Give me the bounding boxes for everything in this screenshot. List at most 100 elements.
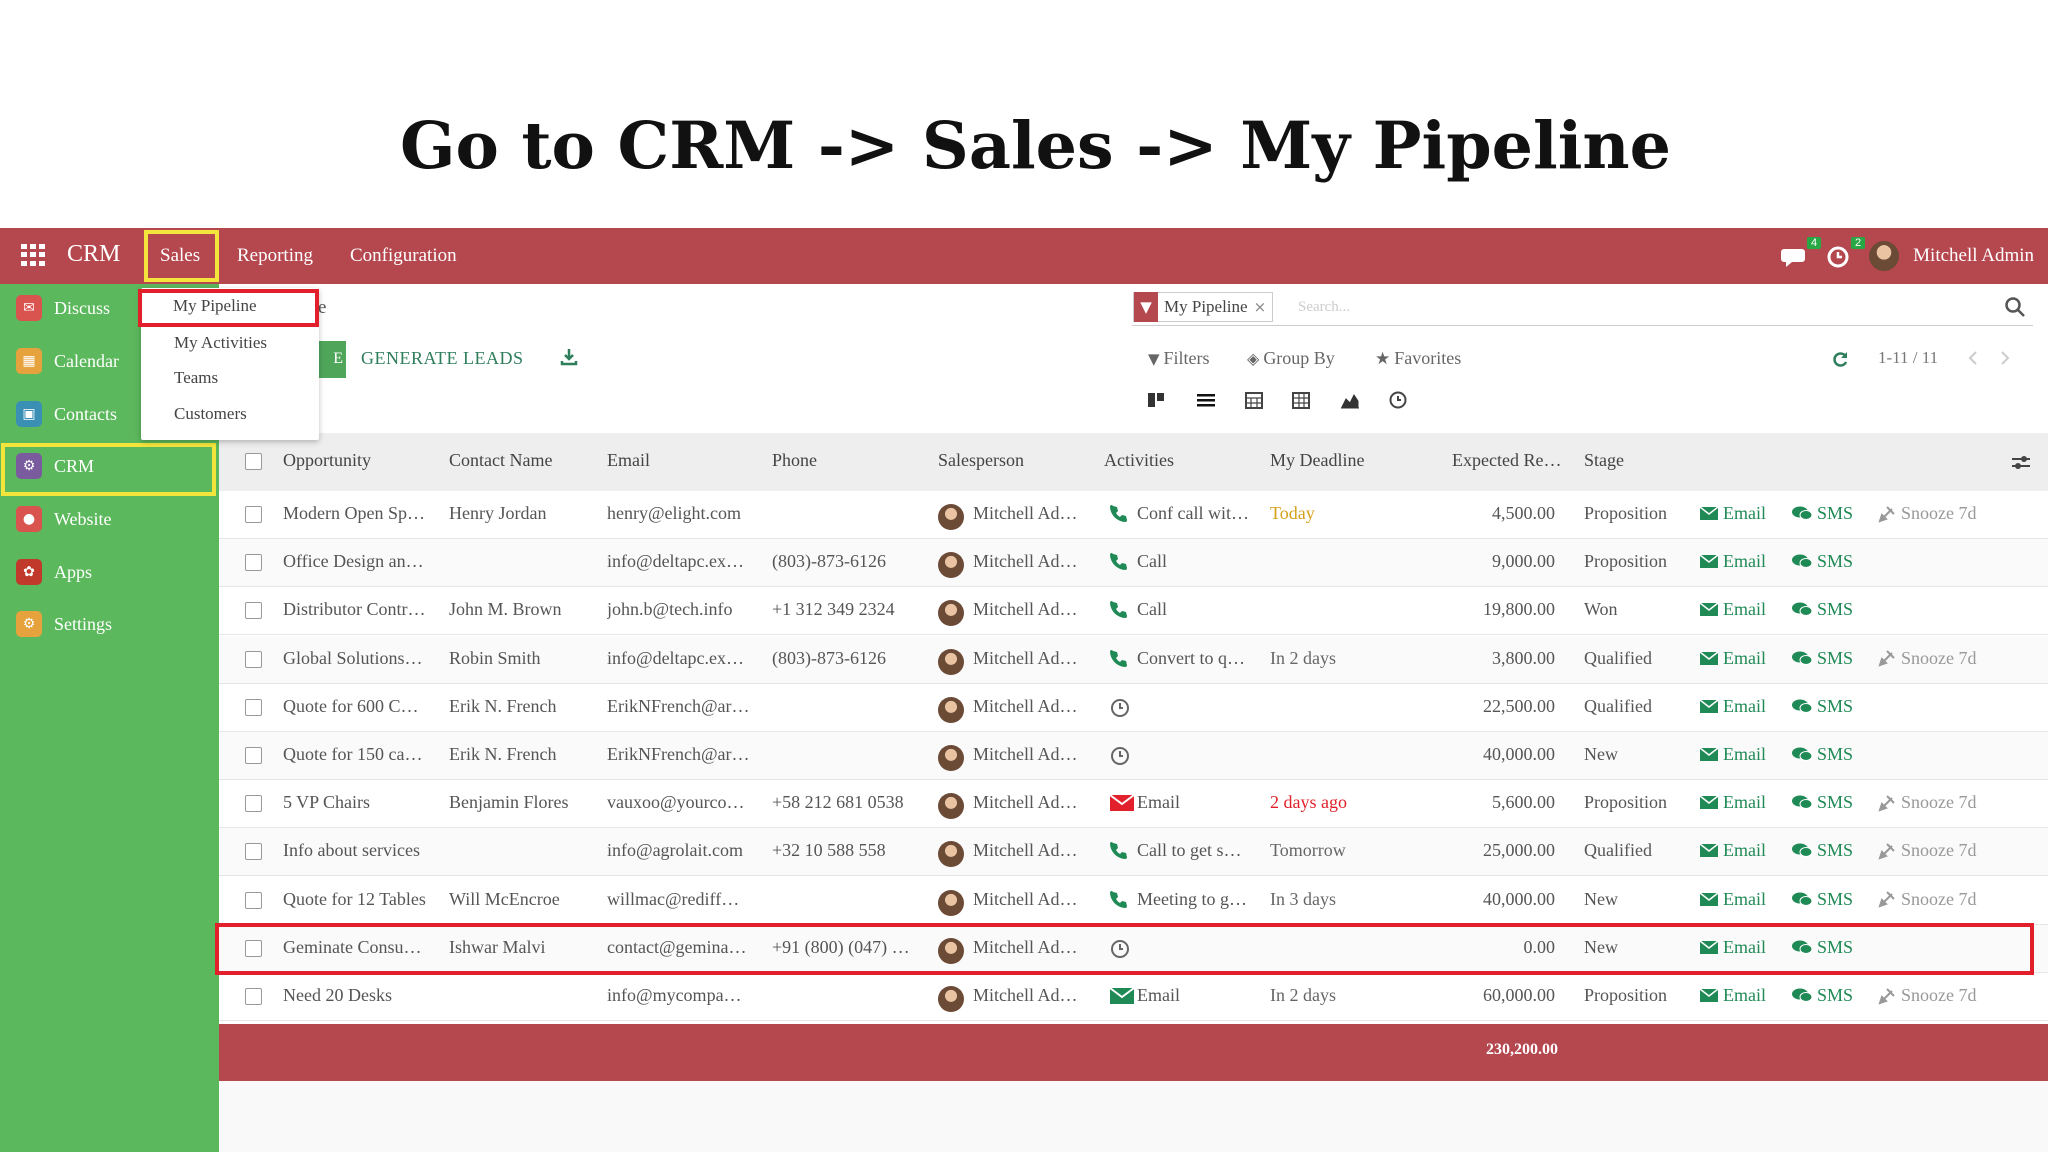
clock-icon[interactable] bbox=[1109, 697, 1131, 719]
table-row[interactable]: Quote for 150 ca… Erik N. French ErikNFren… bbox=[219, 732, 2048, 780]
user-avatar[interactable] bbox=[1869, 241, 1900, 271]
row-checkbox[interactable] bbox=[245, 698, 262, 716]
search-icon[interactable] bbox=[2004, 296, 2026, 318]
row-email-button[interactable]: Email bbox=[1699, 696, 1766, 717]
row-sms-button[interactable]: SMS bbox=[1791, 599, 1853, 620]
filters-dropdown[interactable]: ▼ Filters bbox=[1148, 348, 1210, 369]
row-sms-button[interactable]: SMS bbox=[1791, 985, 1853, 1006]
favorites-dropdown[interactable]: ★ Favorites bbox=[1375, 348, 1461, 369]
header-salesperson[interactable]: Salesperson bbox=[938, 450, 1024, 471]
search-input[interactable]: Search... bbox=[1298, 299, 1350, 316]
search-facet[interactable]: ▼ My Pipeline × bbox=[1133, 292, 1274, 322]
row-checkbox[interactable] bbox=[245, 843, 262, 861]
activity-view-icon[interactable] bbox=[1387, 389, 1409, 411]
row-sms-button[interactable]: SMS bbox=[1791, 503, 1853, 524]
sidebar-item-apps[interactable]: ✿ Apps bbox=[16, 557, 92, 587]
messages-icon[interactable]: 4 bbox=[1781, 237, 1822, 271]
table-row[interactable]: Modern Open Sp… Henry Jordan henry@elight.… bbox=[219, 491, 2048, 539]
row-snooze-button[interactable]: Snooze 7d bbox=[1877, 503, 1977, 524]
row-snooze-button[interactable]: Snooze 7d bbox=[1877, 648, 1977, 669]
row-checkbox[interactable] bbox=[245, 891, 262, 909]
row-checkbox[interactable] bbox=[245, 554, 262, 572]
pivot-view-icon[interactable] bbox=[1290, 389, 1312, 411]
pager-next-icon[interactable] bbox=[1998, 349, 2012, 367]
row-checkbox[interactable] bbox=[245, 650, 262, 668]
row-email-button[interactable]: Email bbox=[1699, 599, 1766, 620]
group-by-dropdown[interactable]: ◈ Group By bbox=[1247, 348, 1335, 369]
row-sms-button[interactable]: SMS bbox=[1791, 696, 1853, 717]
graph-view-icon[interactable] bbox=[1339, 389, 1361, 411]
app-grid-icon[interactable] bbox=[21, 244, 47, 266]
app-name[interactable]: CRM bbox=[67, 241, 120, 268]
row-email-button[interactable]: Email bbox=[1699, 889, 1766, 910]
clock-icon[interactable] bbox=[1109, 745, 1131, 767]
user-name[interactable]: Mitchell Admin bbox=[1913, 245, 2034, 267]
phone-icon[interactable] bbox=[1109, 890, 1131, 912]
header-stage[interactable]: Stage bbox=[1584, 450, 1624, 471]
sidebar-item-discuss[interactable]: ✉ Discuss bbox=[16, 293, 110, 323]
row-snooze-button[interactable]: Snooze 7d bbox=[1877, 889, 1977, 910]
header-opportunity[interactable]: Opportunity bbox=[283, 450, 371, 471]
sidebar-item-contacts[interactable]: ▣ Contacts bbox=[16, 399, 117, 429]
email-red-icon[interactable] bbox=[1109, 793, 1135, 815]
dropdown-item-customers[interactable]: Customers bbox=[174, 404, 247, 424]
row-checkbox[interactable] bbox=[245, 747, 262, 764]
row-sms-button[interactable]: SMS bbox=[1791, 792, 1853, 813]
row-sms-button[interactable]: SMS bbox=[1791, 840, 1853, 861]
header-phone[interactable]: Phone bbox=[772, 450, 817, 471]
optional-columns-icon[interactable] bbox=[2011, 454, 2031, 472]
phone-icon[interactable] bbox=[1109, 841, 1131, 863]
phone-icon[interactable] bbox=[1109, 649, 1131, 671]
dropdown-item-my-activities[interactable]: My Activities bbox=[174, 333, 267, 353]
row-email-button[interactable]: Email bbox=[1699, 985, 1766, 1006]
kanban-view-icon[interactable] bbox=[1146, 389, 1168, 411]
table-row[interactable]: Need 20 Desks info@mycompa… Mitchell Ad… Em… bbox=[219, 973, 2048, 1021]
list-view-icon[interactable] bbox=[1195, 389, 1217, 411]
sidebar-item-calendar[interactable]: ▦ Calendar bbox=[16, 346, 119, 376]
header-email[interactable]: Email bbox=[607, 450, 650, 471]
generate-leads-button[interactable]: GENERATE LEADS bbox=[361, 348, 524, 369]
row-snooze-button[interactable]: Snooze 7d bbox=[1877, 840, 1977, 861]
email-green-icon[interactable] bbox=[1109, 986, 1135, 1008]
dropdown-item-teams[interactable]: Teams bbox=[174, 368, 218, 388]
row-sms-button[interactable]: SMS bbox=[1791, 889, 1853, 910]
phone-icon[interactable] bbox=[1109, 600, 1131, 622]
row-email-button[interactable]: Email bbox=[1699, 744, 1766, 765]
menu-configuration[interactable]: Configuration bbox=[350, 245, 457, 267]
row-snooze-button[interactable]: Snooze 7d bbox=[1877, 985, 1977, 1006]
row-checkbox[interactable] bbox=[245, 988, 262, 1005]
header-expected-revenue[interactable]: Expected Re… bbox=[1452, 450, 1561, 471]
create-button[interactable]: E bbox=[318, 341, 346, 378]
row-checkbox[interactable] bbox=[245, 795, 262, 813]
pager-value[interactable]: 1-11 / 11 bbox=[1878, 348, 1938, 368]
table-row[interactable]: Office Design an… info@deltapc.ex… (803)-8… bbox=[219, 539, 2048, 588]
facet-remove-icon[interactable]: × bbox=[1254, 298, 1273, 316]
table-row[interactable]: Info about services info@agrolait.com +32 … bbox=[219, 828, 2048, 877]
row-checkbox[interactable] bbox=[245, 506, 262, 523]
table-row[interactable]: Quote for 600 C… Erik N. French ErikNFrenc… bbox=[219, 683, 2048, 732]
row-email-button[interactable]: Email bbox=[1699, 840, 1766, 861]
sidebar-item-website[interactable]: ● Website bbox=[16, 504, 112, 534]
table-row[interactable]: Quote for 12 Tables Will McEncroe willmac@… bbox=[219, 876, 2048, 925]
download-icon[interactable] bbox=[560, 348, 578, 366]
refresh-icon[interactable] bbox=[1830, 349, 1850, 369]
row-email-button[interactable]: Email bbox=[1699, 551, 1766, 572]
pager-prev-icon[interactable] bbox=[1966, 349, 1980, 367]
table-row[interactable]: Global Solutions… Robin Smith info@deltapc… bbox=[219, 635, 2048, 684]
row-checkbox[interactable] bbox=[245, 602, 262, 620]
row-email-button[interactable]: Email bbox=[1699, 503, 1766, 524]
activities-clock-icon[interactable]: 2 bbox=[1825, 237, 1866, 271]
select-all-checkbox[interactable] bbox=[245, 453, 262, 470]
menu-reporting[interactable]: Reporting bbox=[237, 245, 313, 267]
row-email-button[interactable]: Email bbox=[1699, 792, 1766, 813]
header-contact-name[interactable]: Contact Name bbox=[449, 450, 552, 471]
row-sms-button[interactable]: SMS bbox=[1791, 648, 1853, 669]
header-my-deadline[interactable]: My Deadline bbox=[1270, 450, 1364, 471]
row-email-button[interactable]: Email bbox=[1699, 648, 1766, 669]
row-sms-button[interactable]: SMS bbox=[1791, 744, 1853, 765]
header-activities[interactable]: Activities bbox=[1104, 450, 1174, 471]
table-row[interactable]: Distributor Contr… John M. Brown john.b@te… bbox=[219, 587, 2048, 636]
phone-icon[interactable] bbox=[1109, 552, 1131, 574]
sidebar-item-settings[interactable]: ⚙ Settings bbox=[16, 609, 112, 639]
row-sms-button[interactable]: SMS bbox=[1791, 551, 1853, 572]
